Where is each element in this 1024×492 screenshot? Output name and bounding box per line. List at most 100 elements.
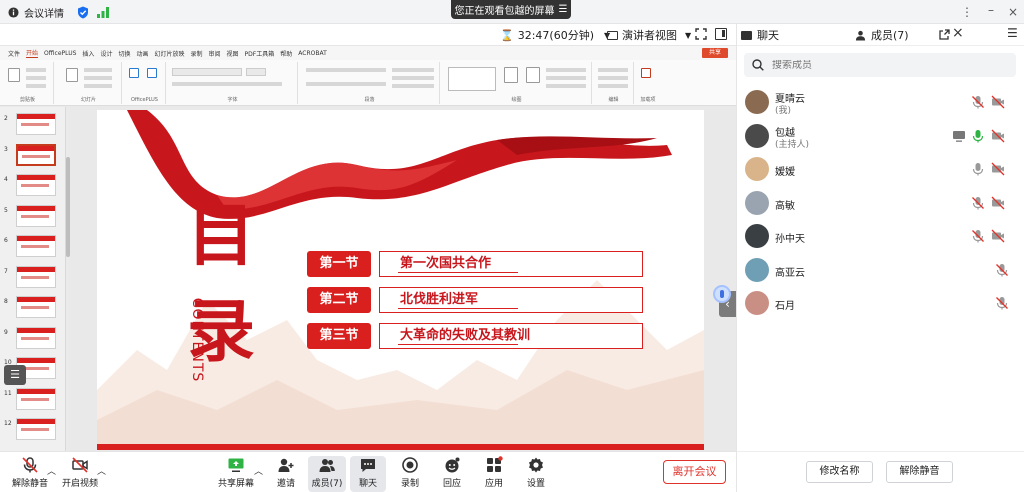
chevron-up-icon[interactable]: ︿ (47, 464, 56, 477)
presenter-view-button[interactable]: 演讲者视图 ▼ (607, 27, 691, 43)
close-panel-icon[interactable]: × (952, 25, 964, 41)
ppt-menu-item[interactable]: 审阅 (209, 49, 221, 58)
slide-thumbnail[interactable] (16, 113, 56, 135)
camera-off-icon[interactable] (991, 196, 1005, 210)
section-item: 第二节 北伐胜利进军 (307, 287, 643, 313)
security-shield-icon[interactable] (77, 0, 89, 24)
camera-off-icon[interactable] (991, 162, 1005, 176)
avatar (745, 90, 769, 114)
fullscreen-icon[interactable] (695, 28, 707, 40)
chevron-up-icon[interactable]: ︿ (97, 464, 106, 477)
ppt-menu-item[interactable]: 帮助 (280, 49, 292, 58)
ppt-menu-item[interactable]: PDF工具箱 (245, 49, 275, 58)
member-row[interactable]: 高亚云 (737, 254, 1024, 286)
ppt-menu-item[interactable]: 开始 (26, 48, 39, 58)
signal-strength-icon[interactable] (97, 0, 109, 24)
mic-icon[interactable] (971, 196, 985, 210)
apps-button[interactable]: 应用 (474, 456, 514, 492)
mic-icon[interactable] (995, 263, 1009, 277)
share-screen-button[interactable]: 共享屏幕 (216, 456, 256, 492)
member-row[interactable]: 高敏 (737, 187, 1024, 219)
ppt-menu-item[interactable]: 视图 (227, 49, 239, 58)
side-panel-icon[interactable] (715, 28, 727, 40)
meeting-details-button[interactable]: 会议详情 (8, 0, 64, 24)
close-window-icon[interactable]: × (1004, 3, 1022, 21)
mic-icon[interactable] (971, 95, 985, 109)
member-row[interactable]: 孙中天 (737, 220, 1024, 252)
slide-thumbnail[interactable] (16, 418, 56, 440)
member-row[interactable]: 嫒嫒 (737, 153, 1024, 185)
ppt-menu-item[interactable]: OfficePLUS (44, 50, 76, 57)
settings-button[interactable]: 设置 (516, 456, 556, 492)
members-label: 成员(7) (311, 479, 343, 489)
emoji-icon (445, 457, 460, 473)
slide-thumbnail[interactable] (16, 326, 56, 349)
chevron-up-icon[interactable]: ︿ (254, 464, 263, 477)
unmute-label: 解除静音 (11, 479, 48, 489)
reply-button[interactable]: 回应 (432, 456, 472, 492)
popout-icon[interactable] (939, 29, 950, 40)
ppt-menu-item[interactable]: 文件 (8, 49, 20, 58)
start-video-button[interactable]: 开启视频 (58, 456, 102, 492)
slide-thumbnail[interactable] (16, 387, 56, 410)
hamburger-menu-icon[interactable]: ☰ (1007, 26, 1018, 40)
slide-thumbnail[interactable] (16, 174, 56, 196)
avatar (745, 257, 769, 282)
screen-banner-text: 您正在观看包越的屏幕 (454, 6, 555, 17)
camera-off-icon[interactable] (991, 129, 1005, 143)
ribbon-group-clipboard: 剪贴板 (2, 62, 54, 104)
slide-thumbnail[interactable] (16, 296, 56, 318)
section-box: 大革命的失败及其教训 (379, 323, 643, 349)
ppt-menu-item[interactable]: 设计 (100, 49, 112, 58)
slide-thumbnail[interactable] (16, 235, 56, 257)
section-label: 第一节 (307, 251, 371, 277)
minimize-icon[interactable]: – (982, 1, 1000, 19)
screen-share-banner[interactable]: 您正在观看包越的屏幕 ☰ (451, 0, 571, 19)
avatar (745, 291, 769, 315)
ppt-menu-item[interactable]: 动画 (136, 49, 148, 58)
chat-icon (361, 459, 375, 472)
section-underline (398, 272, 518, 273)
slide-thumbnail[interactable] (16, 265, 56, 288)
tab-chat[interactable]: 聊天 (741, 27, 779, 43)
mic-icon[interactable] (971, 229, 985, 243)
ppt-menu-item[interactable]: 切换 (118, 49, 130, 58)
unmute-button[interactable]: 解除静音 (8, 456, 52, 492)
search-input[interactable] (772, 59, 992, 71)
section-box: 第一次国共合作 (379, 251, 643, 277)
ppt-menu-item[interactable]: 幻灯片放映 (154, 49, 184, 58)
unmute-all-button[interactable]: 解除静音 (886, 461, 953, 483)
member-row[interactable]: 夏晴云 (我) (737, 86, 1024, 118)
member-search[interactable] (744, 53, 1016, 77)
tab-members[interactable]: 成员(7) (855, 27, 909, 43)
ppt-menu-item[interactable]: ACROBAT (298, 50, 327, 57)
member-row[interactable]: 包越 (主持人) (737, 120, 1024, 152)
record-button[interactable]: 录制 (390, 456, 430, 492)
slide-thumbnail[interactable] (16, 143, 56, 166)
members-button[interactable]: 成员(7) (308, 456, 346, 492)
video-off-icon (72, 457, 88, 473)
thumbnail-number: 8 (4, 298, 8, 305)
more-icon[interactable]: ⋮ (958, 3, 976, 21)
mic-icon[interactable] (995, 296, 1009, 310)
slide-thumbnail[interactable] (16, 204, 56, 227)
ppt-menu-item[interactable]: 录制 (191, 49, 203, 58)
thumbnail-number: 9 (4, 328, 8, 336)
camera-off-icon[interactable] (991, 95, 1005, 109)
mic-icon[interactable] (971, 129, 985, 143)
ribbon-label: 绘图 (511, 97, 522, 103)
rename-button[interactable]: 修改名称 (806, 461, 873, 483)
member-row[interactable]: 石月 (737, 287, 1024, 319)
thumbnail-scrollbar[interactable] (66, 107, 70, 451)
timer[interactable]: ⌛ 32:47(60分钟) ▼ (500, 27, 610, 43)
list-icon[interactable]: ☰ (4, 365, 26, 385)
ppt-menu-item[interactable]: 插入 (82, 49, 94, 58)
ppt-share-button[interactable]: 共享 (702, 48, 728, 58)
member-name: 高亚云 (775, 267, 805, 279)
leave-meeting-button[interactable]: 离开会议 (663, 460, 726, 484)
camera-off-icon[interactable] (991, 229, 1005, 243)
invite-button[interactable]: 邀请 (266, 456, 306, 492)
mic-icon[interactable] (971, 162, 985, 176)
chat-button[interactable]: 聊天 (350, 456, 386, 492)
thumbnail-number: 4 (4, 176, 8, 183)
